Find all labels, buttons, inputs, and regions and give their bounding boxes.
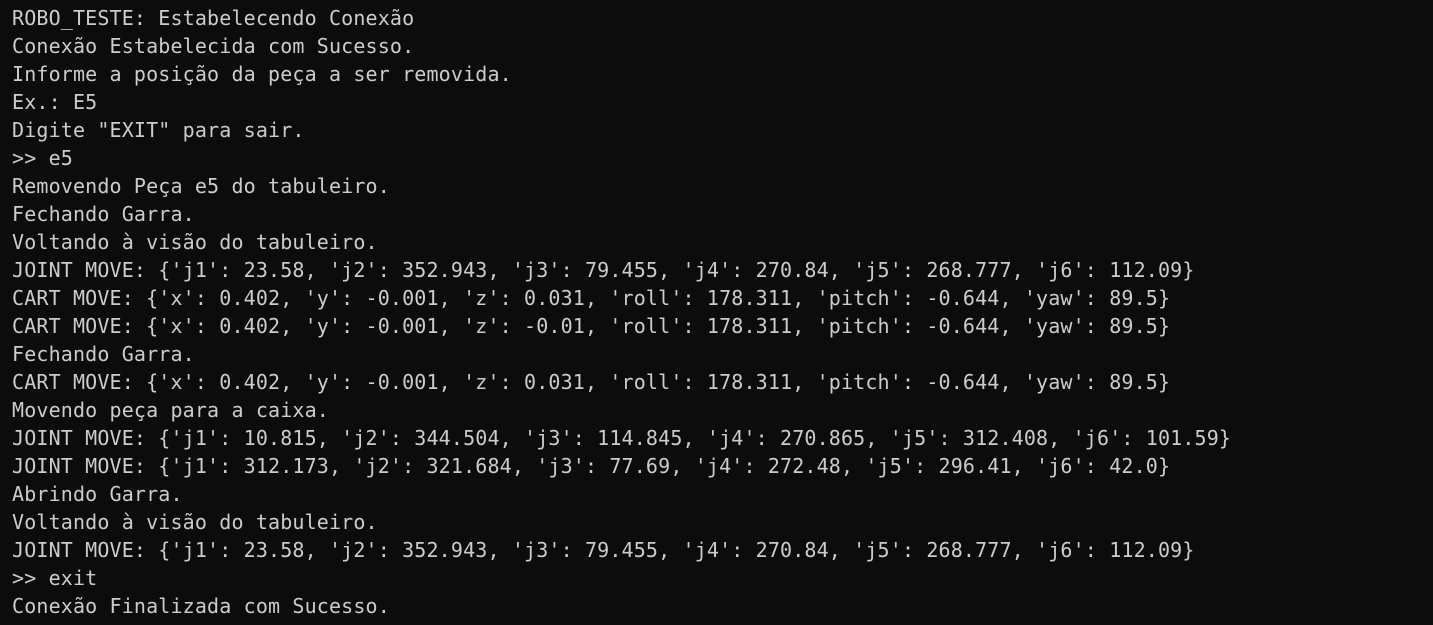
output-line-status: ROBO_TESTE: Estabelecendo Conexão [12, 6, 415, 30]
output-line-exit-hint: Digite "EXIT" para sair. [12, 118, 305, 142]
command-line: >> exit [12, 566, 98, 590]
output-line: Voltando à visão do tabuleiro. [12, 230, 378, 254]
output-line-joint-move: JOINT MOVE: {'j1': 312.173, 'j2': 321.68… [12, 454, 1171, 478]
output-line: Movendo peça para a caixa. [12, 398, 329, 422]
output-line: Fechando Garra. [12, 342, 195, 366]
output-line-prompt-info: Informe a posição da peça a ser removida… [12, 62, 512, 86]
output-line: Abrindo Garra. [12, 482, 183, 506]
output-line-joint-move: JOINT MOVE: {'j1': 23.58, 'j2': 352.943,… [12, 258, 1195, 282]
output-line-status: Conexão Finalizada com Sucesso. [12, 594, 390, 618]
output-line-cart-move: CART MOVE: {'x': 0.402, 'y': -0.001, 'z'… [12, 370, 1171, 394]
output-line-status: Conexão Estabelecida com Sucesso. [12, 34, 415, 58]
output-line-example: Ex.: E5 [12, 90, 98, 114]
output-line: Voltando à visão do tabuleiro. [12, 510, 378, 534]
output-line-cart-move: CART MOVE: {'x': 0.402, 'y': -0.001, 'z'… [12, 286, 1171, 310]
output-line-joint-move: JOINT MOVE: {'j1': 23.58, 'j2': 352.943,… [12, 538, 1195, 562]
terminal-output[interactable]: ROBO_TESTE: Estabelecendo Conexão Conexã… [0, 0, 1433, 625]
command-line: >> e5 [12, 146, 73, 170]
output-line-cart-move: CART MOVE: {'x': 0.402, 'y': -0.001, 'z'… [12, 314, 1171, 338]
output-line-joint-move: JOINT MOVE: {'j1': 10.815, 'j2': 344.504… [12, 426, 1232, 450]
output-line: Removendo Peça e5 do tabuleiro. [12, 174, 390, 198]
output-line: Fechando Garra. [12, 202, 195, 226]
